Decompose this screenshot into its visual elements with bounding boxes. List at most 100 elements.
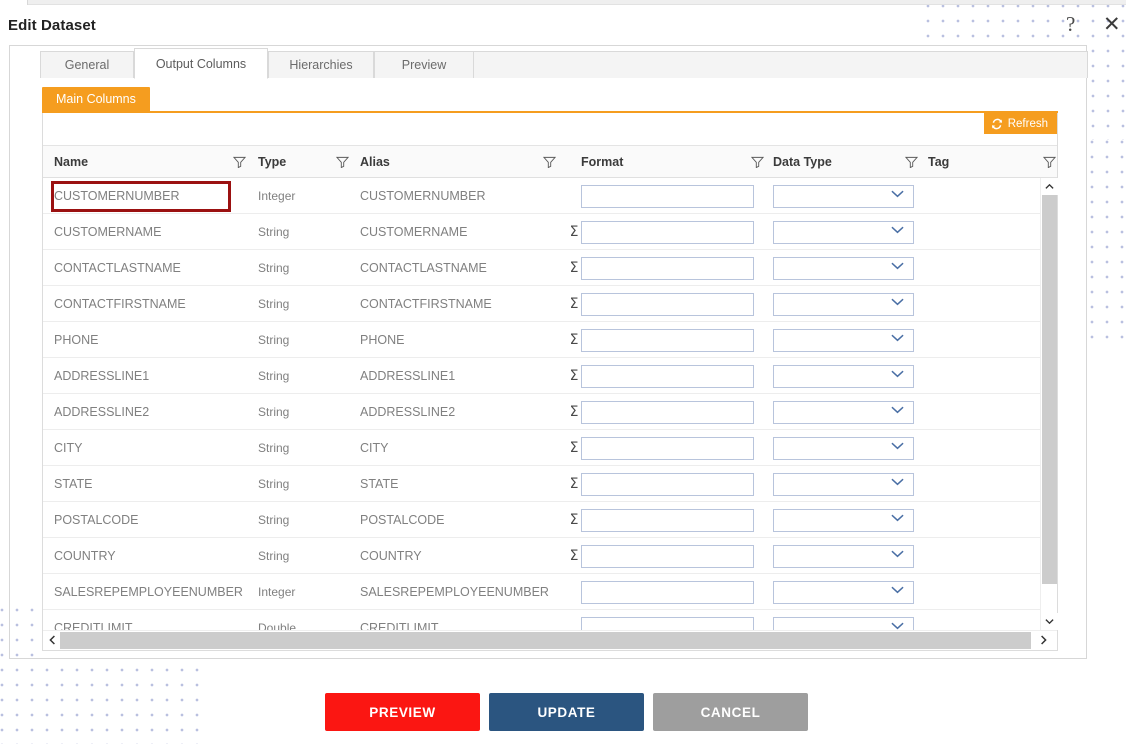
- scroll-right-button[interactable]: [1036, 631, 1051, 649]
- scroll-up-button[interactable]: [1041, 178, 1058, 195]
- table-row[interactable]: CONTACTLASTNAME String CONTACTLASTNAME Σ: [43, 250, 1040, 286]
- column-header-data-type[interactable]: Data Type: [773, 146, 832, 178]
- aggregate-sigma-icon[interactable]: Σ: [567, 502, 581, 538]
- update-button[interactable]: UPDATE: [489, 693, 644, 731]
- table-row[interactable]: STATE String STATE Σ: [43, 466, 1040, 502]
- aggregate-sigma-icon[interactable]: Σ: [567, 250, 581, 286]
- tab-output-columns[interactable]: Output Columns: [134, 48, 268, 79]
- cell-name[interactable]: CUSTOMERNAME: [54, 214, 246, 250]
- horizontal-scrollbar-thumb[interactable]: [60, 632, 1031, 649]
- filter-icon-tag[interactable]: [1042, 155, 1057, 169]
- cell-alias[interactable]: CREDITLIMIT: [360, 610, 560, 630]
- table-row[interactable]: CUSTOMERNAME String CUSTOMERNAME Σ: [43, 214, 1040, 250]
- close-icon[interactable]: ✕: [1103, 14, 1121, 35]
- preview-button[interactable]: PREVIEW: [325, 693, 480, 731]
- data-type-select[interactable]: [773, 581, 914, 604]
- table-row[interactable]: PHONE String PHONE Σ: [43, 322, 1040, 358]
- cell-name[interactable]: ADDRESSLINE2: [54, 394, 246, 430]
- table-row[interactable]: ADDRESSLINE1 String ADDRESSLINE1 Σ: [43, 358, 1040, 394]
- format-input[interactable]: [581, 581, 754, 604]
- filter-icon-format[interactable]: [750, 155, 765, 169]
- format-input[interactable]: [581, 401, 754, 424]
- format-input[interactable]: [581, 437, 754, 460]
- subtab-main-columns[interactable]: Main Columns: [42, 87, 150, 111]
- data-type-select[interactable]: [773, 293, 914, 316]
- aggregate-sigma-icon[interactable]: Σ: [567, 358, 581, 394]
- cell-name[interactable]: POSTALCODE: [54, 502, 246, 538]
- cell-alias[interactable]: CUSTOMERNAME: [360, 214, 560, 250]
- data-type-select[interactable]: [773, 221, 914, 244]
- data-type-select[interactable]: [773, 257, 914, 280]
- column-header-type[interactable]: Type: [258, 146, 286, 178]
- table-row[interactable]: CREDITLIMIT Double CREDITLIMIT: [43, 610, 1040, 630]
- aggregate-sigma-icon[interactable]: Σ: [567, 394, 581, 430]
- grid-vertical-scrollbar[interactable]: [1040, 178, 1058, 630]
- vertical-scrollbar-thumb[interactable]: [1042, 195, 1057, 584]
- grid-horizontal-scrollbar[interactable]: [43, 630, 1057, 649]
- tab-general[interactable]: General: [40, 51, 134, 78]
- cell-alias[interactable]: POSTALCODE: [360, 502, 560, 538]
- data-type-select[interactable]: [773, 185, 914, 208]
- column-header-name[interactable]: Name: [54, 146, 88, 178]
- scroll-left-button[interactable]: [45, 631, 60, 649]
- data-type-select[interactable]: [773, 545, 914, 568]
- scroll-down-button[interactable]: [1041, 613, 1058, 630]
- cell-alias[interactable]: SALESREPEMPLOYEENUMBER: [360, 574, 560, 610]
- cell-name[interactable]: STATE: [54, 466, 246, 502]
- cell-alias[interactable]: CUSTOMERNUMBER: [360, 178, 560, 214]
- cell-name[interactable]: SALESREPEMPLOYEENUMBER: [54, 574, 246, 610]
- help-icon[interactable]: ?: [1066, 14, 1075, 35]
- cell-name[interactable]: CITY: [54, 430, 246, 466]
- data-type-select[interactable]: [773, 329, 914, 352]
- cell-name[interactable]: CONTACTLASTNAME: [54, 250, 246, 286]
- column-header-format[interactable]: Format: [581, 146, 623, 178]
- filter-icon-name[interactable]: [232, 155, 247, 169]
- column-header-tag[interactable]: Tag: [928, 146, 949, 178]
- data-type-select[interactable]: [773, 401, 914, 424]
- cell-alias[interactable]: STATE: [360, 466, 560, 502]
- data-type-select[interactable]: [773, 617, 914, 630]
- cancel-button[interactable]: CANCEL: [653, 693, 808, 731]
- cell-alias[interactable]: CONTACTLASTNAME: [360, 250, 560, 286]
- data-type-select[interactable]: [773, 365, 914, 388]
- table-row[interactable]: CUSTOMERNUMBER Integer CUSTOMERNUMBER: [43, 178, 1040, 214]
- format-input[interactable]: [581, 473, 754, 496]
- table-row[interactable]: ADDRESSLINE2 String ADDRESSLINE2 Σ: [43, 394, 1040, 430]
- table-row[interactable]: SALESREPEMPLOYEENUMBER Integer SALESREPEMP…: [43, 574, 1040, 610]
- table-row[interactable]: CITY String CITY Σ: [43, 430, 1040, 466]
- table-row[interactable]: COUNTRY String COUNTRY Σ: [43, 538, 1040, 574]
- grid-rows-viewport[interactable]: CUSTOMERNUMBER Integer CUSTOMERNUMBER CUSTO…: [43, 178, 1040, 630]
- cell-name[interactable]: ADDRESSLINE1: [54, 358, 246, 394]
- tab-hierarchies[interactable]: Hierarchies: [268, 51, 374, 78]
- format-input[interactable]: [581, 365, 754, 388]
- data-type-select[interactable]: [773, 473, 914, 496]
- aggregate-sigma-icon[interactable]: Σ: [567, 322, 581, 358]
- data-type-select[interactable]: [773, 437, 914, 460]
- format-input[interactable]: [581, 221, 754, 244]
- cell-alias[interactable]: PHONE: [360, 322, 560, 358]
- format-input[interactable]: [581, 185, 754, 208]
- filter-icon-alias[interactable]: [542, 155, 557, 169]
- aggregate-sigma-icon[interactable]: Σ: [567, 466, 581, 502]
- aggregate-sigma-icon[interactable]: Σ: [567, 286, 581, 322]
- cell-name[interactable]: CUSTOMERNUMBER: [54, 178, 246, 214]
- tab-preview[interactable]: Preview: [374, 51, 474, 78]
- refresh-button[interactable]: Refresh: [983, 113, 1057, 134]
- column-header-alias[interactable]: Alias: [360, 146, 390, 178]
- format-input[interactable]: [581, 293, 754, 316]
- cell-alias[interactable]: COUNTRY: [360, 538, 560, 574]
- format-input[interactable]: [581, 545, 754, 568]
- cell-name[interactable]: CONTACTFIRSTNAME: [54, 286, 246, 322]
- cell-alias[interactable]: ADDRESSLINE1: [360, 358, 560, 394]
- cell-name[interactable]: PHONE: [54, 322, 246, 358]
- format-input[interactable]: [581, 329, 754, 352]
- cell-alias[interactable]: CITY: [360, 430, 560, 466]
- table-row[interactable]: CONTACTFIRSTNAME String CONTACTFIRSTNAME Σ: [43, 286, 1040, 322]
- aggregate-sigma-icon[interactable]: [567, 610, 581, 630]
- aggregate-sigma-icon[interactable]: Σ: [567, 430, 581, 466]
- format-input[interactable]: [581, 617, 754, 630]
- cell-alias[interactable]: ADDRESSLINE2: [360, 394, 560, 430]
- cell-name[interactable]: CREDITLIMIT: [54, 610, 246, 630]
- aggregate-sigma-icon[interactable]: [567, 574, 581, 610]
- aggregate-sigma-icon[interactable]: [567, 178, 581, 214]
